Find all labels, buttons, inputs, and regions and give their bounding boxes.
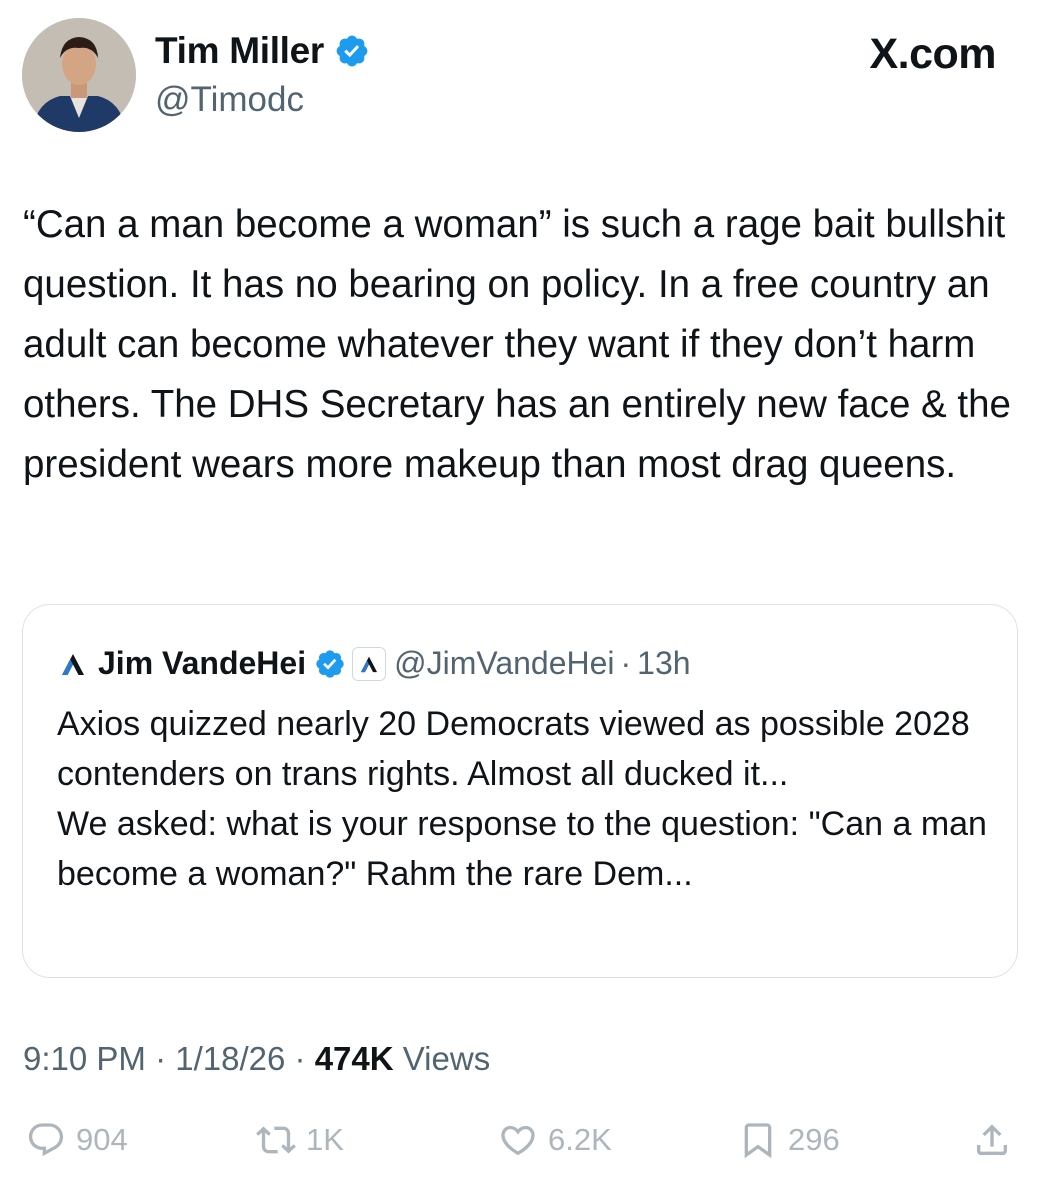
tweet-date[interactable]: 1/18/26 <box>175 1040 285 1077</box>
verified-badge-icon <box>336 35 368 67</box>
verified-badge-icon <box>316 649 344 678</box>
reply-count: 904 <box>76 1122 128 1157</box>
action-bar: 904 1K 6.2K 296 <box>0 1120 1042 1170</box>
site-logo: X.com <box>869 30 996 78</box>
heart-icon <box>501 1125 535 1156</box>
affiliate-badge-icon[interactable] <box>352 646 387 681</box>
quoted-tweet-card[interactable]: Jim VandeHei @JimVandeHei · 13h Axios qu… <box>22 604 1018 978</box>
author-handle[interactable]: @Timodc <box>155 80 304 120</box>
bookmark-button[interactable]: 296 <box>738 1120 840 1160</box>
separator-dot: · <box>294 1040 315 1077</box>
axios-avatar-icon[interactable] <box>58 649 88 679</box>
reply-button[interactable]: 904 <box>26 1120 128 1160</box>
share-icon <box>977 1124 1007 1155</box>
author-name[interactable]: Tim Miller <box>155 30 324 72</box>
repost-button[interactable]: 1K <box>256 1120 344 1160</box>
tweet-time[interactable]: 9:10 PM <box>23 1040 146 1077</box>
tweet-text: “Can a man become a woman” is such a rag… <box>23 203 1011 486</box>
author-name-row[interactable]: Tim Miller <box>155 30 370 72</box>
quoted-timestamp[interactable]: 13h <box>637 645 690 682</box>
repost-icon <box>256 1126 296 1154</box>
quoted-tweet-header: Jim VandeHei @JimVandeHei · 13h <box>58 645 691 682</box>
quoted-author-name[interactable]: Jim VandeHei <box>98 645 306 682</box>
separator-dot: · <box>155 1040 176 1077</box>
bookmark-icon <box>744 1123 772 1159</box>
like-button[interactable]: 6.2K <box>498 1120 612 1160</box>
repost-count: 1K <box>306 1122 344 1157</box>
quoted-text-paragraph-2: We asked: what is your response to the q… <box>57 805 987 893</box>
quoted-tweet-text: Axios quizzed nearly 20 Democrats viewed… <box>57 699 997 899</box>
views-label: Views <box>402 1040 491 1077</box>
like-count: 6.2K <box>548 1122 612 1157</box>
avatar[interactable] <box>22 18 136 132</box>
reply-icon <box>28 1123 64 1157</box>
tweet-meta: 9:10 PM · 1/18/26 · 474K Views <box>23 1040 490 1078</box>
views-count: 474K <box>314 1040 394 1077</box>
share-button[interactable] <box>972 1120 1012 1160</box>
quoted-text-paragraph-1: Axios quizzed nearly 20 Democrats viewed… <box>57 705 970 793</box>
bookmark-count: 296 <box>788 1122 840 1157</box>
separator-dot: · <box>620 645 632 681</box>
quoted-author-handle[interactable]: @JimVandeHei <box>394 645 614 682</box>
